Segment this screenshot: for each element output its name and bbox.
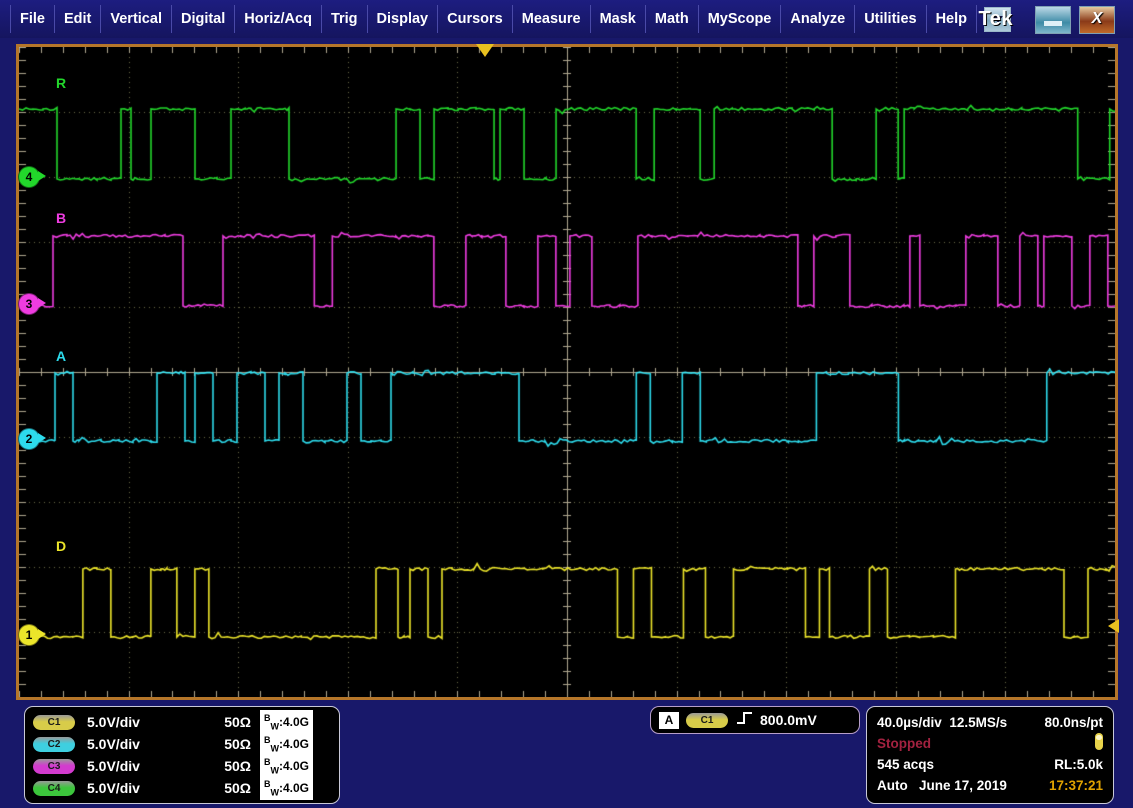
menu-item-analyze[interactable]: Analyze <box>781 5 855 33</box>
channel-scale-c4: 5.0V/div <box>87 780 205 796</box>
menu-item-measure[interactable]: Measure <box>513 5 591 33</box>
channel-badge-c4[interactable]: C4 <box>33 781 75 796</box>
trigger-state-indicator <box>1095 733 1103 750</box>
waveform-display[interactable]: RBAD <box>16 44 1118 700</box>
channel-row-c1[interactable]: C1 5.0V/div 50Ω BW:4.0G <box>25 711 339 733</box>
status-row-runstate: Stopped <box>877 733 1103 754</box>
trigger-panel[interactable]: A C1 800.0mV <box>650 706 860 734</box>
ground-reference-arrow-3 <box>38 298 46 308</box>
channel-row-c2[interactable]: C2 5.0V/div 50Ω BW:4.0G <box>25 733 339 755</box>
acq-count: 545 acqs <box>877 754 934 775</box>
ground-reference-arrow-2 <box>38 433 46 443</box>
channel-impedance-c3: 50Ω <box>205 758 251 774</box>
menu-item-edit[interactable]: Edit <box>55 5 101 33</box>
channel-marker-4[interactable]: 4 <box>18 166 40 188</box>
channel-bandwidth-c3[interactable]: BW:4.0G <box>260 754 313 778</box>
run-state-label: Stopped <box>877 733 931 754</box>
acquisition-status-panel[interactable]: 40.0µs/div 12.5MS/s 80.0ns/pt Stopped 54… <box>866 706 1114 804</box>
channel-badge-c1[interactable]: C1 <box>33 715 75 730</box>
ground-reference-arrow-1 <box>38 629 46 639</box>
menu-item-horiz-acq[interactable]: Horiz/Acq <box>235 5 322 33</box>
oscilloscope-app: File Edit Vertical Digital Horiz/Acq Tri… <box>0 0 1133 808</box>
menu-item-help[interactable]: Help <box>927 5 977 33</box>
menu-item-file[interactable]: File <box>10 5 55 33</box>
menu-item-mask[interactable]: Mask <box>591 5 646 33</box>
menu-bar: File Edit Vertical Digital Horiz/Acq Tri… <box>0 0 1133 38</box>
close-icon[interactable]: X <box>1079 6 1115 34</box>
tek-logo: Tek <box>979 8 1013 31</box>
trigger-level-arrow[interactable] <box>1108 619 1119 633</box>
menu-item-digital[interactable]: Digital <box>172 5 235 33</box>
channel-badge-c2[interactable]: C2 <box>33 737 75 752</box>
minimize-icon[interactable] <box>1035 6 1071 34</box>
channel-impedance-c4: 50Ω <box>205 780 251 796</box>
sample-rate-value: 12.5MS/s <box>949 715 1007 730</box>
channel-badge-c3[interactable]: C3 <box>33 759 75 774</box>
status-row-timebase: 40.0µs/div 12.5MS/s 80.0ns/pt <box>877 712 1103 733</box>
waveform-traces <box>19 47 1115 697</box>
time-label: 17:37:21 <box>1049 775 1103 796</box>
channel-marker-1[interactable]: 1 <box>18 624 40 646</box>
menu-item-myscope[interactable]: MyScope <box>699 5 782 33</box>
trigger-source-badge[interactable]: C1 <box>686 713 728 728</box>
channel-settings-panel[interactable]: C1 5.0V/div 50Ω BW:4.0G C2 5.0V/div 50Ω … <box>24 706 340 804</box>
channel-bandwidth-c2[interactable]: BW:4.0G <box>260 732 313 756</box>
menu-item-vertical[interactable]: Vertical <box>101 5 172 33</box>
rising-edge-icon <box>736 711 753 729</box>
menu-item-math[interactable]: Math <box>646 5 699 33</box>
trigger-mode-badge[interactable]: A <box>659 712 679 729</box>
channel-impedance-c1: 50Ω <box>205 714 251 730</box>
menu-item-trig[interactable]: Trig <box>322 5 368 33</box>
channel-scale-c3: 5.0V/div <box>87 758 205 774</box>
menu-item-utilities[interactable]: Utilities <box>855 5 926 33</box>
channel-bandwidth-c4[interactable]: BW:4.0G <box>260 776 313 800</box>
trigger-position-marker[interactable] <box>476 44 494 57</box>
channel-row-c3[interactable]: C3 5.0V/div 50Ω BW:4.0G <box>25 755 339 777</box>
channel-scale-c2: 5.0V/div <box>87 736 205 752</box>
channel-row-c4[interactable]: C4 5.0V/div 50Ω BW:4.0G <box>25 777 339 799</box>
channel-marker-2[interactable]: 2 <box>18 428 40 450</box>
ground-reference-arrow-4 <box>38 171 46 181</box>
channel-marker-3[interactable]: 3 <box>18 293 40 315</box>
channel-impedance-c2: 50Ω <box>205 736 251 752</box>
record-length: RL:5.0k <box>1054 754 1103 775</box>
trigger-mode-label: Auto <box>877 778 908 793</box>
date-label: June 17, 2019 <box>919 778 1007 793</box>
resolution-value: 80.0ns/pt <box>1044 712 1103 733</box>
trigger-level-value: 800.0mV <box>760 712 817 728</box>
timebase-value: 40.0µs/div <box>877 715 942 730</box>
menu-item-display[interactable]: Display <box>368 5 439 33</box>
status-row-datetime: Auto June 17, 2019 17:37:21 <box>877 775 1103 796</box>
channel-scale-c1: 5.0V/div <box>87 714 205 730</box>
status-row-acqs: 545 acqs RL:5.0k <box>877 754 1103 775</box>
menu-item-cursors[interactable]: Cursors <box>438 5 513 33</box>
channel-bandwidth-c1[interactable]: BW:4.0G <box>260 710 313 734</box>
